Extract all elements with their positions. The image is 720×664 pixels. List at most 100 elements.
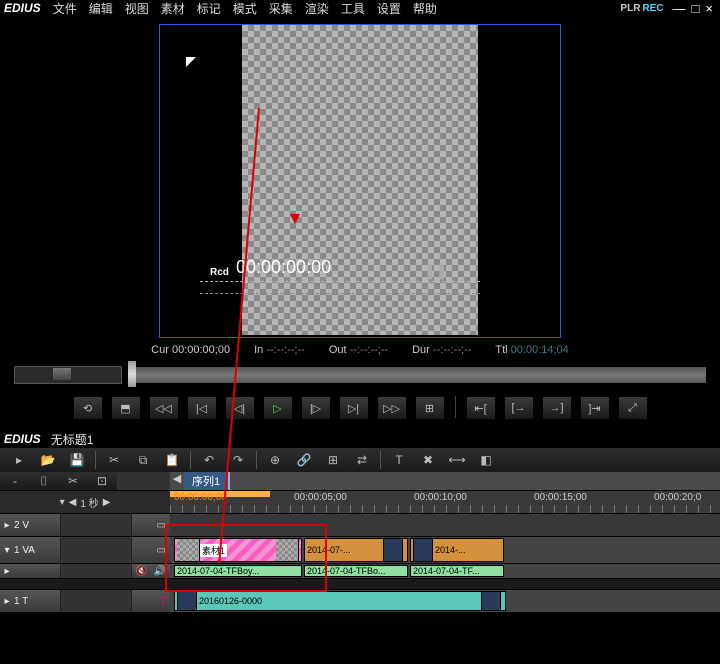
frame-back-button[interactable]: ◁|	[225, 396, 255, 420]
track-expand[interactable]: ▸	[0, 520, 14, 531]
minimize-icon[interactable]: —	[673, 1, 686, 16]
copy-button[interactable]: ⧉	[130, 450, 156, 470]
lock-button[interactable]: ⇄	[349, 450, 375, 470]
tc-dur-label: Dur	[412, 344, 430, 356]
clip-a2[interactable]: 2014-07-04-TFBo...	[304, 565, 408, 577]
loop-button[interactable]: ⟲	[73, 396, 103, 420]
delete-button[interactable]: ✖	[415, 450, 441, 470]
video-toggle-icon[interactable]: ▭	[157, 545, 166, 556]
rec-label: REC	[642, 3, 663, 14]
paste-button[interactable]: 📋	[159, 450, 185, 470]
insert-button[interactable]: ⊕	[262, 450, 288, 470]
seq-prev[interactable]: ◀	[170, 472, 184, 490]
clip-thumb-icon	[276, 539, 299, 561]
title-button[interactable]: T	[386, 450, 412, 470]
position-slider[interactable]	[128, 367, 706, 383]
pause-icon: ❚❚	[424, 263, 432, 280]
clip-va-main[interactable]: 素材1	[174, 538, 302, 562]
menu-help[interactable]: 帮助	[413, 0, 437, 17]
clip-a1[interactable]: 2014-07-04-TFBoy...	[174, 565, 302, 577]
track-tool1[interactable]: -	[2, 471, 28, 491]
menu-tool[interactable]: 工具	[341, 0, 365, 17]
scrub-bar2[interactable]	[200, 293, 480, 295]
trans-button[interactable]: ⟷	[444, 450, 470, 470]
open-button[interactable]: 📂	[35, 450, 61, 470]
menu-set[interactable]: 设置	[377, 0, 401, 17]
title-toggle-icon[interactable]: T	[160, 596, 166, 607]
track-tool4[interactable]: ⊡	[89, 471, 115, 491]
menu-clip[interactable]: 素材	[161, 0, 185, 17]
group-button[interactable]: ⊞	[320, 450, 346, 470]
clip-thumb-icon	[177, 591, 197, 611]
app-logo: EDIUS	[4, 1, 41, 15]
clip-label: 2014-07-04-TFBo...	[307, 566, 386, 576]
render-button[interactable]: ◧	[473, 450, 499, 470]
menu-view[interactable]: 视图	[125, 0, 149, 17]
audio-expand[interactable]: ▸	[0, 566, 14, 577]
video-toggle-icon[interactable]: ▭	[157, 520, 166, 531]
track-1t-label: 1 T	[14, 596, 60, 607]
ruler-tick: 00:00:05;00	[294, 492, 347, 503]
prev-edit-button[interactable]: |◁	[187, 396, 217, 420]
redo-button[interactable]: ↷	[225, 450, 251, 470]
menu-ren[interactable]: 渲染	[305, 0, 329, 17]
track-1t-body[interactable]: 20160126-0000	[170, 590, 720, 612]
menu-mark[interactable]: 标记	[197, 0, 221, 17]
clip-a3[interactable]: 2014-07-04-TF...	[410, 565, 504, 577]
fastfwd-button[interactable]: ▷▷	[377, 396, 407, 420]
clip-label: 2014-...	[435, 545, 466, 555]
track-tool3[interactable]: ✂	[60, 471, 86, 491]
menu-mode[interactable]: 模式	[233, 0, 257, 17]
zoom-prev[interactable]: ◀	[69, 497, 77, 508]
track-1a-body[interactable]: 2014-07-04-TFBoy... 2014-07-04-TFBo... 2…	[170, 564, 720, 578]
time-ruler[interactable]: 00:00:00;00 00:00:05;00 00:00:10;00 00:0…	[170, 491, 720, 513]
tc-in-label: In	[254, 344, 263, 356]
track-expand[interactable]: ▸	[0, 596, 14, 607]
set-out-button[interactable]: →]	[542, 396, 572, 420]
next-edit-button[interactable]: ▷|	[339, 396, 369, 420]
goto-out-button[interactable]: ]⇥	[580, 396, 610, 420]
close-icon[interactable]: ×	[705, 1, 713, 16]
timeline-logo: EDIUS	[4, 432, 41, 446]
clip-label: 2014-07-...	[307, 545, 351, 555]
clip-va2[interactable]: 2014-07-...	[304, 538, 408, 562]
audio-toggle-icon[interactable]: 🔊	[154, 566, 166, 577]
zoom-next[interactable]: ▶	[103, 497, 111, 508]
link-button[interactable]: 🔗	[291, 450, 317, 470]
new-button[interactable]: ▸	[6, 450, 32, 470]
export-button[interactable]: ⤢	[618, 396, 648, 420]
tc-out-label: Out	[329, 344, 347, 356]
cut-button[interactable]: ✂	[101, 450, 127, 470]
record-label: Rcd	[210, 267, 229, 278]
safe-marker-icon	[186, 57, 196, 67]
menu-file[interactable]: 文件	[53, 0, 77, 17]
save-button[interactable]: 💾	[64, 450, 90, 470]
clip-thumb-icon	[177, 539, 200, 561]
sequence-tab[interactable]: 序列1	[184, 472, 230, 490]
frame-fwd-button[interactable]: |▷	[301, 396, 331, 420]
undo-button[interactable]: ↶	[196, 450, 222, 470]
clip-va3[interactable]: 2014-...	[410, 538, 504, 562]
record-timecode: 00:00:00:00	[236, 257, 331, 278]
clip-t1[interactable]: 20160126-0000	[174, 591, 506, 611]
mute-icon[interactable]: 🔇	[135, 566, 147, 577]
clip-thumb-icon	[481, 591, 501, 611]
rewind-button[interactable]: ◁◁	[149, 396, 179, 420]
zoom-down[interactable]: ▾	[60, 497, 65, 508]
play-button[interactable]: ▷	[263, 396, 293, 420]
menu-cap[interactable]: 采集	[269, 0, 293, 17]
loop-region-button[interactable]: ⊞	[415, 396, 445, 420]
set-in-button[interactable]: [→	[504, 396, 534, 420]
track-expand[interactable]: ▾	[0, 545, 14, 556]
scrub-bar[interactable]	[200, 281, 480, 292]
track-tool2[interactable]: ⌷	[31, 471, 57, 491]
track-1va-body[interactable]: 素材1 2014-07-... 2014-...	[170, 537, 720, 563]
shuttle-slider[interactable]	[14, 366, 122, 384]
maximize-icon[interactable]: □	[692, 1, 700, 16]
menu-edit[interactable]: 编辑	[89, 0, 113, 17]
clip-label: 2014-07-04-TF...	[413, 566, 480, 576]
tc-cur-label: Cur	[151, 344, 169, 356]
stop-button[interactable]: ⬒	[111, 396, 141, 420]
goto-in-button[interactable]: ⇤[	[466, 396, 496, 420]
track-2v-body[interactable]	[170, 514, 720, 536]
